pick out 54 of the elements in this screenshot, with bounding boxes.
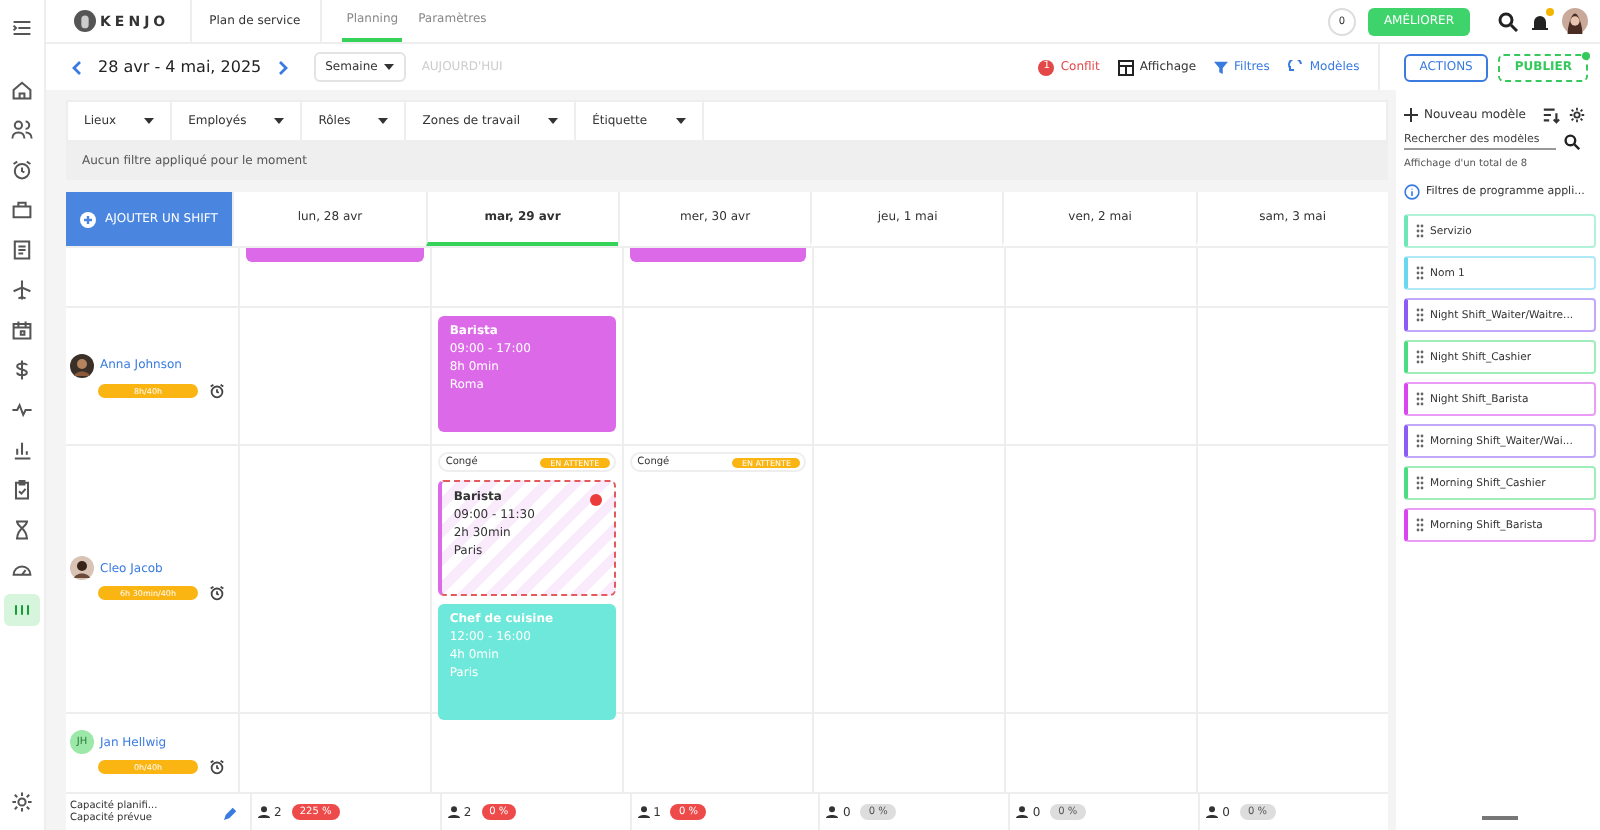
person-icon <box>637 806 650 818</box>
briefcase-icon[interactable] <box>10 198 34 222</box>
people-icon[interactable] <box>10 118 34 142</box>
filter-icon[interactable] <box>1214 60 1229 74</box>
alarm-clock-icon[interactable] <box>208 381 226 399</box>
bell-icon[interactable] <box>1530 11 1550 31</box>
drag-handle-icon[interactable] <box>1416 266 1424 280</box>
settings-icon[interactable] <box>1567 106 1586 124</box>
date-range: 28 avr - 4 mai, 2025 <box>98 58 262 76</box>
columns-nav-button[interactable] <box>4 594 40 626</box>
caret-icon[interactable] <box>548 118 559 125</box>
sort-icon[interactable] <box>1541 106 1560 124</box>
drag-handle-icon[interactable] <box>1416 350 1424 364</box>
dollar-icon[interactable] <box>10 358 34 382</box>
person-icon <box>826 806 839 818</box>
caret-icon[interactable] <box>378 118 389 125</box>
bar-chart-icon[interactable] <box>10 438 34 462</box>
search-icon[interactable] <box>1564 133 1580 149</box>
refresh-icon[interactable] <box>1287 59 1304 75</box>
alarm-clock-icon[interactable] <box>10 158 34 182</box>
caret-icon[interactable] <box>675 118 686 125</box>
drag-handle-icon[interactable] <box>1416 308 1424 322</box>
calendar-icon[interactable] <box>10 318 34 342</box>
previous-week-button[interactable] <box>70 59 82 75</box>
person-icon <box>447 806 460 818</box>
caret-icon[interactable] <box>274 118 285 125</box>
person-icon <box>1016 806 1029 818</box>
menu-icon[interactable] <box>10 16 34 40</box>
clipboard-icon[interactable] <box>10 478 34 502</box>
caret-icon[interactable] <box>144 118 155 125</box>
edit-icon[interactable] <box>224 805 238 819</box>
layout-icon[interactable] <box>1117 59 1134 75</box>
drag-handle-icon[interactable] <box>1416 224 1424 238</box>
scroll-handle[interactable] <box>1482 816 1518 820</box>
drag-handle-icon[interactable] <box>1416 476 1424 490</box>
alarm-clock-icon[interactable] <box>208 758 226 776</box>
hourglass-icon[interactable] <box>10 518 34 542</box>
drag-handle-icon[interactable] <box>1416 518 1424 532</box>
next-week-button[interactable] <box>277 59 290 75</box>
plus-icon[interactable] <box>1404 108 1418 122</box>
alarm-clock-icon[interactable] <box>208 584 226 602</box>
info-icon <box>1404 184 1420 200</box>
caret-icon[interactable] <box>383 64 394 70</box>
pulse-icon[interactable] <box>10 398 34 422</box>
search-icon[interactable] <box>1498 11 1518 31</box>
logo-icon <box>74 10 96 32</box>
drag-handle-icon[interactable] <box>1416 434 1424 448</box>
settings-icon[interactable] <box>10 790 34 814</box>
document-icon[interactable] <box>10 238 34 262</box>
person-icon <box>1206 806 1219 818</box>
home-icon[interactable] <box>10 78 34 102</box>
airplane-icon[interactable] <box>10 278 34 302</box>
drag-handle-icon[interactable] <box>1416 392 1424 406</box>
person-icon <box>258 806 270 818</box>
